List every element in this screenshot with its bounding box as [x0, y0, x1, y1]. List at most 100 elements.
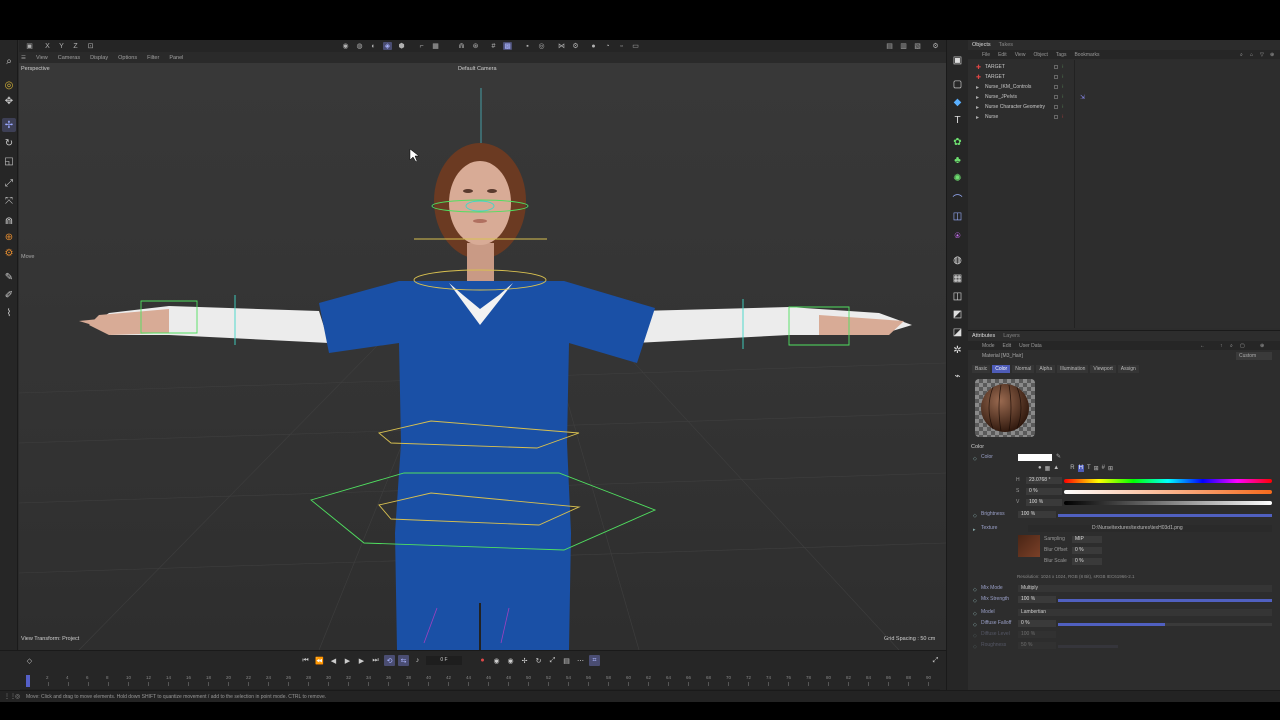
list-item[interactable]: ▸ Nurse_IKM_Controls ⁝ — [968, 82, 1280, 92]
saturation-slider[interactable] — [1064, 490, 1272, 494]
tab-illumination[interactable]: Illumination — [1057, 365, 1089, 373]
tab-basic[interactable]: Basic — [972, 365, 991, 373]
expand-arrow-icon[interactable]: ▸ — [976, 84, 982, 91]
visibility-toggle[interactable] — [1054, 95, 1058, 99]
tab-alpha[interactable]: Alpha — [1036, 365, 1056, 373]
objects-filter-icon[interactable]: ▽ — [1260, 52, 1264, 58]
blur-scale-field[interactable]: 0 % — [1072, 558, 1102, 565]
color-swatch[interactable] — [1018, 454, 1052, 461]
up-arrow-icon[interactable]: ↑ — [1220, 343, 1223, 349]
list-item[interactable]: ▸ Nurse ⁝ — [968, 112, 1280, 122]
param-key-icon[interactable]: ▤ — [561, 655, 572, 666]
environment-icon[interactable]: ◍ — [951, 254, 964, 267]
attributes-menu-mode[interactable]: Mode — [982, 343, 995, 349]
expand-arrow-icon[interactable]: ▸ — [976, 104, 982, 111]
snap-icon[interactable]: ⊕ — [2, 230, 16, 244]
pla-icon[interactable]: ⌗ — [589, 655, 600, 666]
menu-view[interactable]: View — [36, 55, 48, 61]
z-axis-icon[interactable]: Z — [71, 42, 80, 50]
pivot-icon[interactable]: ✥ — [2, 94, 16, 108]
objects-menu-object[interactable]: Object — [1033, 52, 1047, 58]
tab-viewport[interactable]: Viewport — [1090, 365, 1116, 373]
render-toggle[interactable]: ⁝ — [1062, 74, 1064, 80]
hue-slider[interactable] — [1064, 479, 1272, 483]
menu-options[interactable]: Options — [118, 55, 137, 61]
render-settings-gear-icon[interactable]: ✲ — [951, 344, 964, 357]
sampling-dropdown[interactable]: MIP — [1072, 536, 1102, 543]
expand-timeline-icon[interactable]: ⤢ — [930, 655, 941, 666]
workplane-icon[interactable]: ▦ — [431, 42, 440, 50]
edit-render-icon[interactable]: ⌁ — [951, 370, 964, 383]
position-key-icon[interactable]: ✢ — [519, 655, 530, 666]
visibility-toggle[interactable] — [1054, 75, 1058, 79]
expand-arrow-icon[interactable]: ▸ — [976, 94, 982, 101]
diffuse-falloff-slider[interactable] — [1058, 623, 1165, 626]
model-dropdown[interactable]: Lambertian — [1018, 609, 1272, 616]
menu-display[interactable]: Display — [90, 55, 108, 61]
next-frame-icon[interactable]: ▶ — [356, 655, 367, 666]
back-arrow-icon[interactable]: ← — [1200, 343, 1205, 349]
record-icon[interactable]: ● — [477, 655, 488, 666]
brightness-field[interactable]: 100 % — [1018, 511, 1056, 518]
objects-menu-bookmarks[interactable]: Bookmarks — [1074, 52, 1099, 58]
snap-settings-icon[interactable]: ⚙ — [2, 246, 16, 260]
render-region-icon[interactable]: ▥ — [899, 42, 908, 50]
render-settings-icon[interactable]: ◎ — [537, 42, 546, 50]
attributes-search-icon[interactable]: ⌕ — [1230, 343, 1233, 349]
render-toggle[interactable]: ⁝ — [1062, 64, 1064, 70]
spline-icon[interactable]: ⌒ — [951, 192, 964, 206]
scale-key-icon[interactable]: ⤢ — [547, 655, 558, 666]
live-selection-icon[interactable]: ◎ — [2, 78, 16, 92]
loop-icon[interactable]: ⟲ — [384, 655, 395, 666]
texture-mode-icon[interactable]: ◍ — [355, 42, 364, 50]
autokey-icon[interactable]: ◉ — [491, 655, 502, 666]
brightness-slider[interactable] — [1058, 514, 1272, 517]
paint-icon[interactable]: ✐ — [2, 288, 16, 302]
axis-icon[interactable]: ⤢ — [2, 176, 16, 190]
play-icon[interactable]: ▶ — [342, 655, 353, 666]
texture-path[interactable]: D:\Nurse\textures\textures\texH03d1.png — [1028, 525, 1272, 532]
camera-object-icon[interactable]: ▦ — [951, 272, 964, 285]
previous-frame-icon[interactable]: ◀ — [328, 655, 339, 666]
objects-search-icon[interactable]: ⌕ — [1240, 52, 1243, 58]
objects-menu-view[interactable]: View — [1015, 52, 1026, 58]
generator-icon[interactable]: ✿ — [951, 136, 964, 149]
magnet-icon[interactable]: ⋒ — [2, 214, 16, 228]
menu-panel[interactable]: Panel — [169, 55, 183, 61]
snap-toggle-icon[interactable]: ⋒ — [457, 42, 466, 50]
list-item[interactable]: ▸ Nurse Character Geometry ⁝ — [968, 102, 1280, 112]
list-item[interactable]: ✚ TARGET ⁝ — [968, 72, 1280, 82]
saturation-field[interactable]: 0 % — [1026, 488, 1062, 495]
visibility-toggle[interactable] — [1054, 115, 1058, 119]
objects-home-icon[interactable]: ⌂ — [1250, 52, 1253, 58]
objects-menu-edit[interactable]: Edit — [998, 52, 1007, 58]
point-level-icon[interactable]: ⋯ — [575, 655, 586, 666]
points-mode-icon[interactable]: ◐ — [369, 42, 378, 50]
deformer-icon[interactable]: ✺ — [951, 172, 964, 185]
timeline-ruler[interactable]: 0246810121416182022242628303234363840424… — [20, 675, 931, 687]
tab-assign[interactable]: Assign — [1117, 365, 1139, 373]
list-item[interactable]: ✚ TARGET ⁝ — [968, 62, 1280, 72]
visibility-toggle[interactable] — [1054, 65, 1058, 69]
tab-attributes[interactable]: Attributes — [972, 333, 995, 339]
preview-range-icon[interactable]: ⇆ — [398, 655, 409, 666]
character-icon[interactable]: ⍟ — [951, 230, 964, 243]
render-toggle[interactable]: ⁝ — [1062, 84, 1064, 90]
playhead[interactable] — [26, 675, 30, 687]
tag-icon[interactable]: ⇲ — [1080, 94, 1085, 101]
axis-mode-icon[interactable]: ⌐ — [417, 42, 426, 50]
model-mode-icon[interactable]: ◉ — [341, 42, 350, 50]
keyframe-diamond-icon[interactable]: ◇ — [24, 655, 35, 666]
mixer-icon[interactable]: ⊞ — [1094, 465, 1099, 472]
menu-filter[interactable]: Filter — [147, 55, 159, 61]
objects-new-window-icon[interactable]: ⊕ — [1270, 52, 1274, 58]
polygons-mode-icon[interactable]: ⬢ — [397, 42, 406, 50]
camera-icon[interactable]: ▫ — [617, 42, 626, 50]
shader-icon[interactable]: ◔ — [603, 42, 612, 50]
light-icon[interactable]: ● — [589, 42, 598, 50]
effects-icon[interactable]: ⚙ — [571, 42, 580, 50]
objects-menu-file[interactable]: File — [982, 52, 990, 58]
tab-layers[interactable]: Layers — [1003, 333, 1020, 339]
render-icon[interactable]: ◩ — [951, 308, 964, 321]
visibility-toggle[interactable] — [1054, 85, 1058, 89]
